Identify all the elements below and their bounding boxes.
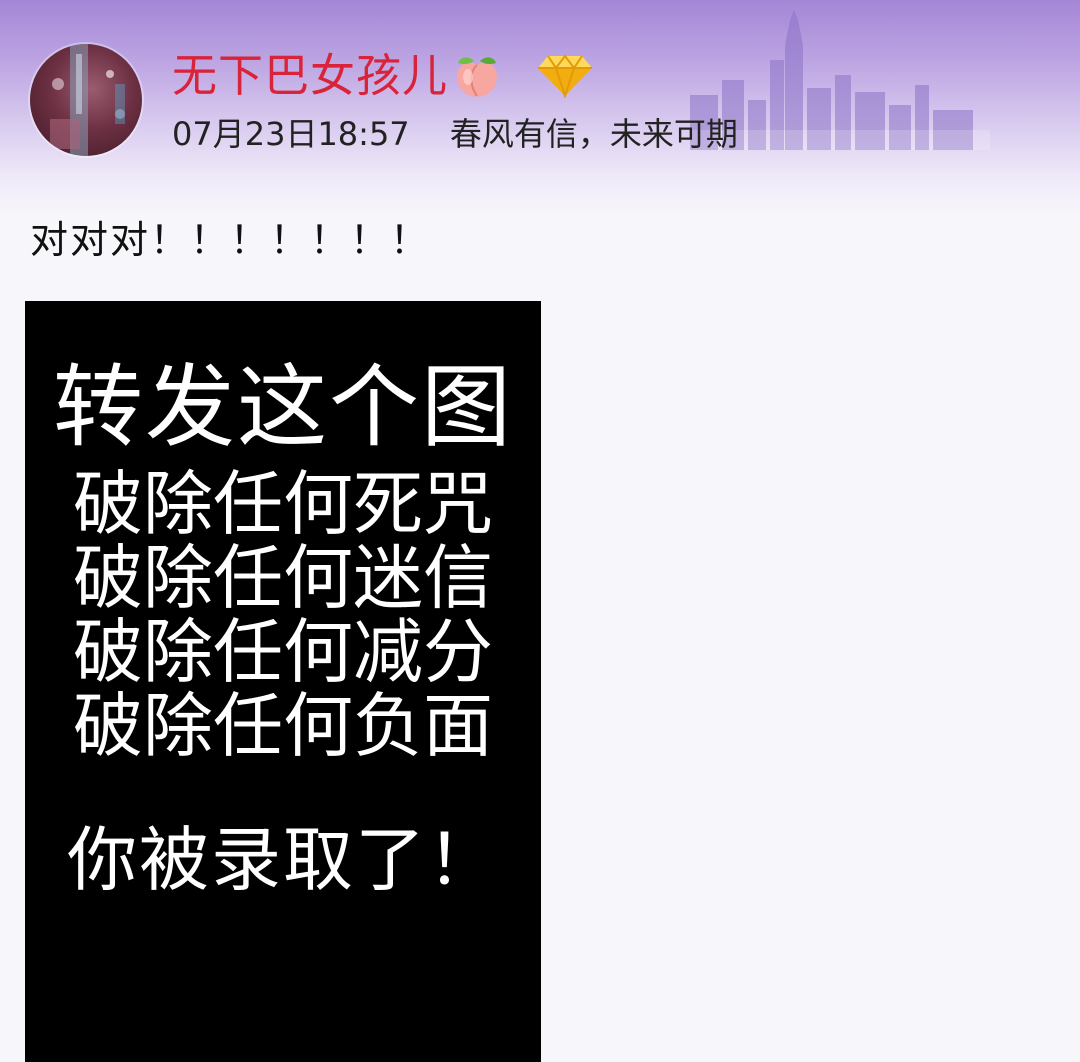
post-text: 对对对！！！！！！！ — [30, 218, 431, 262]
image-line: 破除任何死咒 — [73, 463, 493, 545]
post-meta: 07月23日18:57 春风有信，未来可期 — [172, 112, 738, 156]
image-headline: 转发这个图 — [53, 355, 513, 460]
image-line: 破除任何迷信 — [73, 537, 493, 619]
image-line: 破除任何减分 — [73, 611, 493, 693]
post-image[interactable]: 转发这个图 破除任何死咒 破除任何迷信 破除任何减分 破除任何负面 你被录取了！ — [25, 301, 541, 1062]
peach-icon — [452, 51, 502, 101]
user-signature: 春风有信，未来可期 — [449, 115, 738, 153]
avatar[interactable] — [30, 44, 142, 156]
username-row: 无下巴女孩儿 — [172, 46, 594, 106]
profile-header: 无下巴女孩儿 07月23日18:57 春风有信，未来可期 — [0, 0, 1080, 215]
image-lines: 破除任何死咒 破除任何迷信 破除任何减分 破除任何负面 — [25, 467, 541, 763]
post-timestamp: 07月23日18:57 — [172, 115, 410, 153]
diamond-icon[interactable] — [536, 54, 594, 100]
username[interactable]: 无下巴女孩儿 — [172, 46, 448, 106]
image-line: 破除任何负面 — [73, 685, 493, 767]
image-footer: 你被录取了！ — [67, 819, 499, 901]
avatar-image — [50, 44, 125, 156]
